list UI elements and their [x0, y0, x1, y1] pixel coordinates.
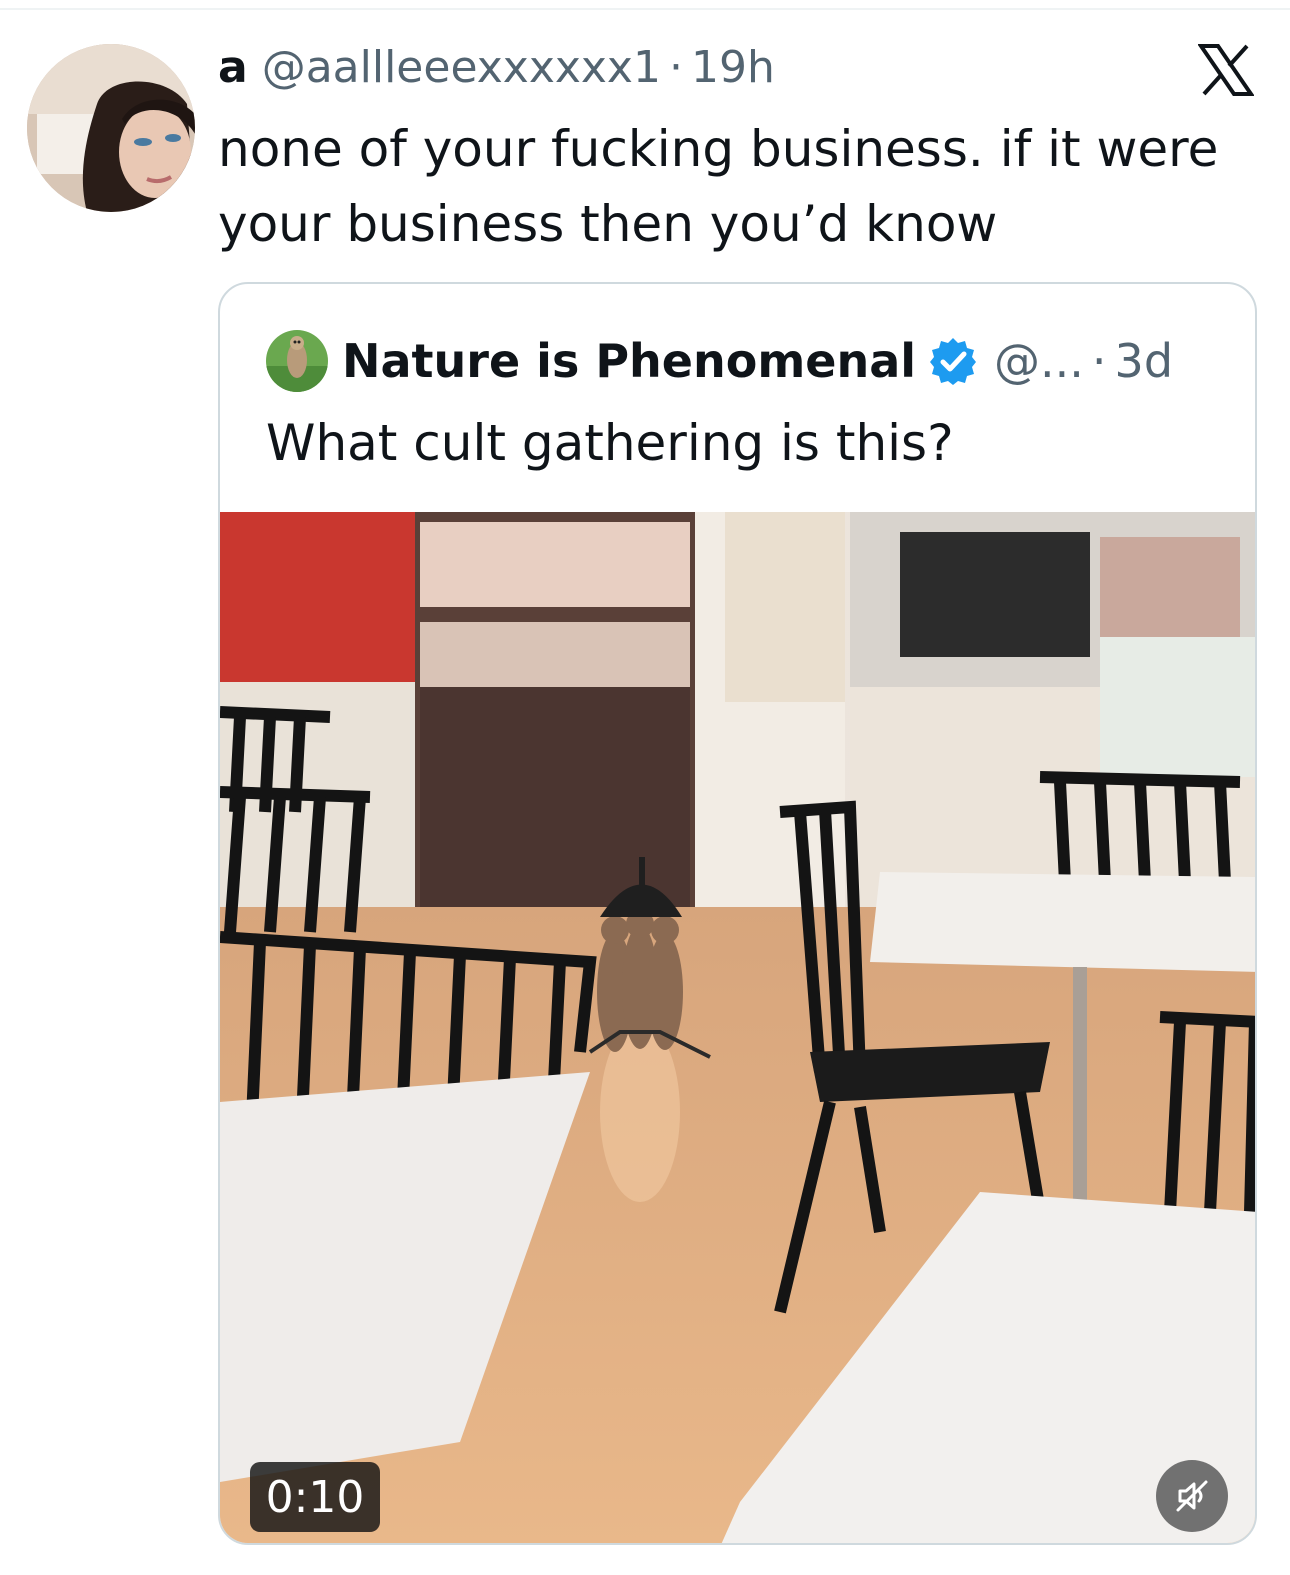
reply-author-avatar[interactable]: [27, 44, 195, 212]
quoted-author-name[interactable]: Nature is Phenomenal: [342, 334, 916, 388]
quoted-timestamp[interactable]: 3d: [1115, 334, 1173, 388]
quoted-tweet-header: Nature is Phenomenal @... · 3d: [266, 330, 1173, 392]
quoted-author-handle[interactable]: @...: [994, 334, 1084, 388]
reply-author-name[interactable]: a: [218, 42, 248, 93]
quoted-video[interactable]: 0:10: [220, 512, 1255, 1543]
reply-separator: ·: [668, 42, 683, 93]
muted-speaker-icon: [1172, 1476, 1212, 1516]
verified-badge-icon: [928, 336, 978, 386]
top-divider: [0, 8, 1290, 10]
quoted-tweet-card[interactable]: Nature is Phenomenal @... · 3d What cult…: [218, 282, 1257, 1545]
x-logo-icon[interactable]: [1197, 44, 1255, 96]
quoted-author-avatar[interactable]: [266, 330, 328, 392]
reply-text: none of your fucking business. if it wer…: [218, 120, 1235, 253]
mute-button[interactable]: [1156, 1460, 1228, 1532]
reply-header: a @aallleeexxxxxx1 · 19h: [218, 42, 775, 98]
reply-author-handle[interactable]: @aallleeexxxxxx1: [262, 42, 661, 93]
video-duration-badge: 0:10: [250, 1462, 380, 1532]
quoted-separator: ·: [1091, 334, 1107, 388]
quoted-tweet-text: What cult gathering is this?: [266, 414, 954, 472]
video-frame: [220, 512, 1255, 1543]
reply-timestamp[interactable]: 19h: [691, 42, 775, 93]
